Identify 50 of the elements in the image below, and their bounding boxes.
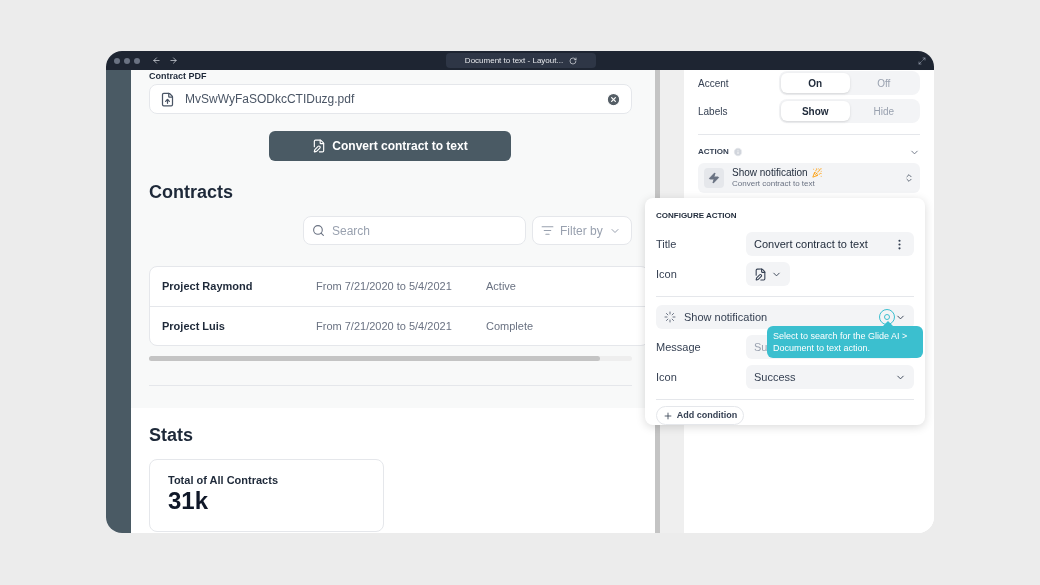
tooltip: Select to search for the Glide AI > Document to text action. bbox=[767, 326, 923, 358]
title-field[interactable]: Convert contract to text bbox=[746, 232, 914, 256]
icon-select[interactable]: Success bbox=[746, 365, 914, 389]
table-cell-text: Project Raymond bbox=[162, 279, 254, 295]
clear-icon[interactable] bbox=[606, 91, 621, 107]
expand-icon[interactable] bbox=[918, 56, 926, 65]
segment-option[interactable]: On bbox=[781, 73, 850, 93]
stat-label: Total of All Contracts bbox=[168, 475, 279, 486]
table-cell-text: Project Luis bbox=[162, 318, 226, 334]
field-label: Contract PDF bbox=[149, 70, 208, 82]
section-heading: Contracts bbox=[149, 181, 234, 204]
stat-value: 31k bbox=[168, 489, 210, 513]
filter-icon bbox=[541, 224, 554, 237]
party-popper-icon bbox=[811, 168, 822, 178]
section-heading: ACTION bbox=[698, 146, 729, 158]
address-bar[interactable]: Document to text - Layout... bbox=[446, 53, 596, 68]
field-label: Icon bbox=[656, 266, 678, 282]
table-cell-text: From 7/21/2020 to 5/4/2021 bbox=[316, 318, 453, 334]
setting-label: Accent bbox=[698, 76, 730, 91]
ring-icon bbox=[879, 309, 895, 325]
table-cell-text: From 7/21/2020 to 5/4/2021 bbox=[316, 279, 453, 295]
section-heading: Stats bbox=[149, 424, 194, 447]
file-name: MvSwWyFaSODkcCTIDuzg.pdf bbox=[185, 91, 356, 108]
table-cell-text: Complete bbox=[486, 318, 534, 334]
lightning-icon bbox=[704, 168, 724, 188]
popover-heading: CONFIGURE ACTION bbox=[656, 210, 738, 222]
action-title: Show notification bbox=[732, 166, 808, 180]
field-label: Title bbox=[656, 236, 678, 252]
document-edit-icon bbox=[754, 267, 767, 281]
up-down-icon bbox=[904, 173, 914, 183]
file-upload-icon bbox=[160, 91, 175, 107]
plus-icon bbox=[662, 410, 673, 421]
back-icon[interactable] bbox=[152, 56, 161, 65]
table-cell-text: Active bbox=[486, 279, 516, 295]
setting-label: Labels bbox=[698, 104, 729, 119]
action-subtitle: Convert contract to text bbox=[732, 179, 816, 190]
action-select[interactable]: Show notification Convert contract to text bbox=[698, 163, 920, 193]
field-label: Icon bbox=[656, 369, 678, 385]
forward-icon[interactable] bbox=[169, 56, 178, 65]
icon-picker[interactable] bbox=[746, 262, 790, 286]
spinner-icon bbox=[664, 311, 676, 323]
document-edit-icon bbox=[312, 139, 327, 153]
field-label: Message bbox=[656, 339, 702, 355]
search-field[interactable]: Search bbox=[303, 216, 526, 245]
action-select[interactable]: Show notification bbox=[656, 305, 914, 329]
file-field[interactable]: MvSwWyFaSODkcCTIDuzg.pdf bbox=[149, 84, 632, 114]
convert-button[interactable]: Convert contract to text bbox=[269, 131, 511, 161]
reload-icon[interactable] bbox=[569, 56, 578, 65]
search-icon bbox=[312, 224, 325, 237]
segment-option[interactable]: Show bbox=[781, 101, 850, 121]
